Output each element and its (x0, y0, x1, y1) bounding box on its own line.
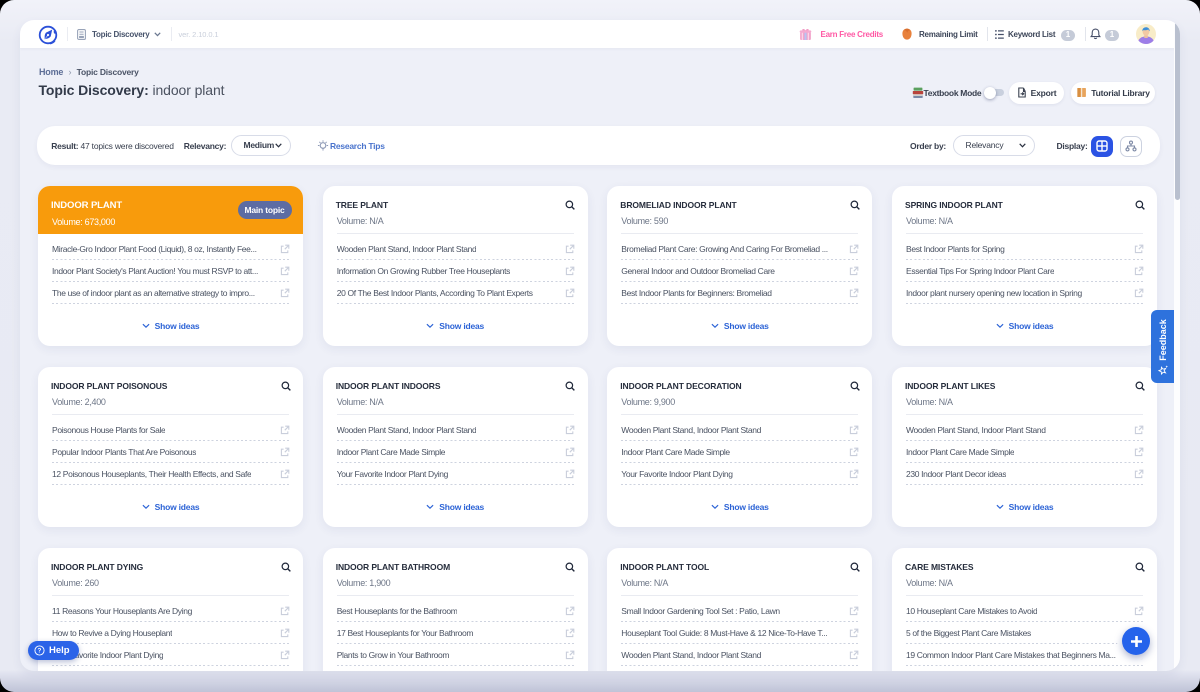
svg-text:?: ? (38, 647, 42, 654)
